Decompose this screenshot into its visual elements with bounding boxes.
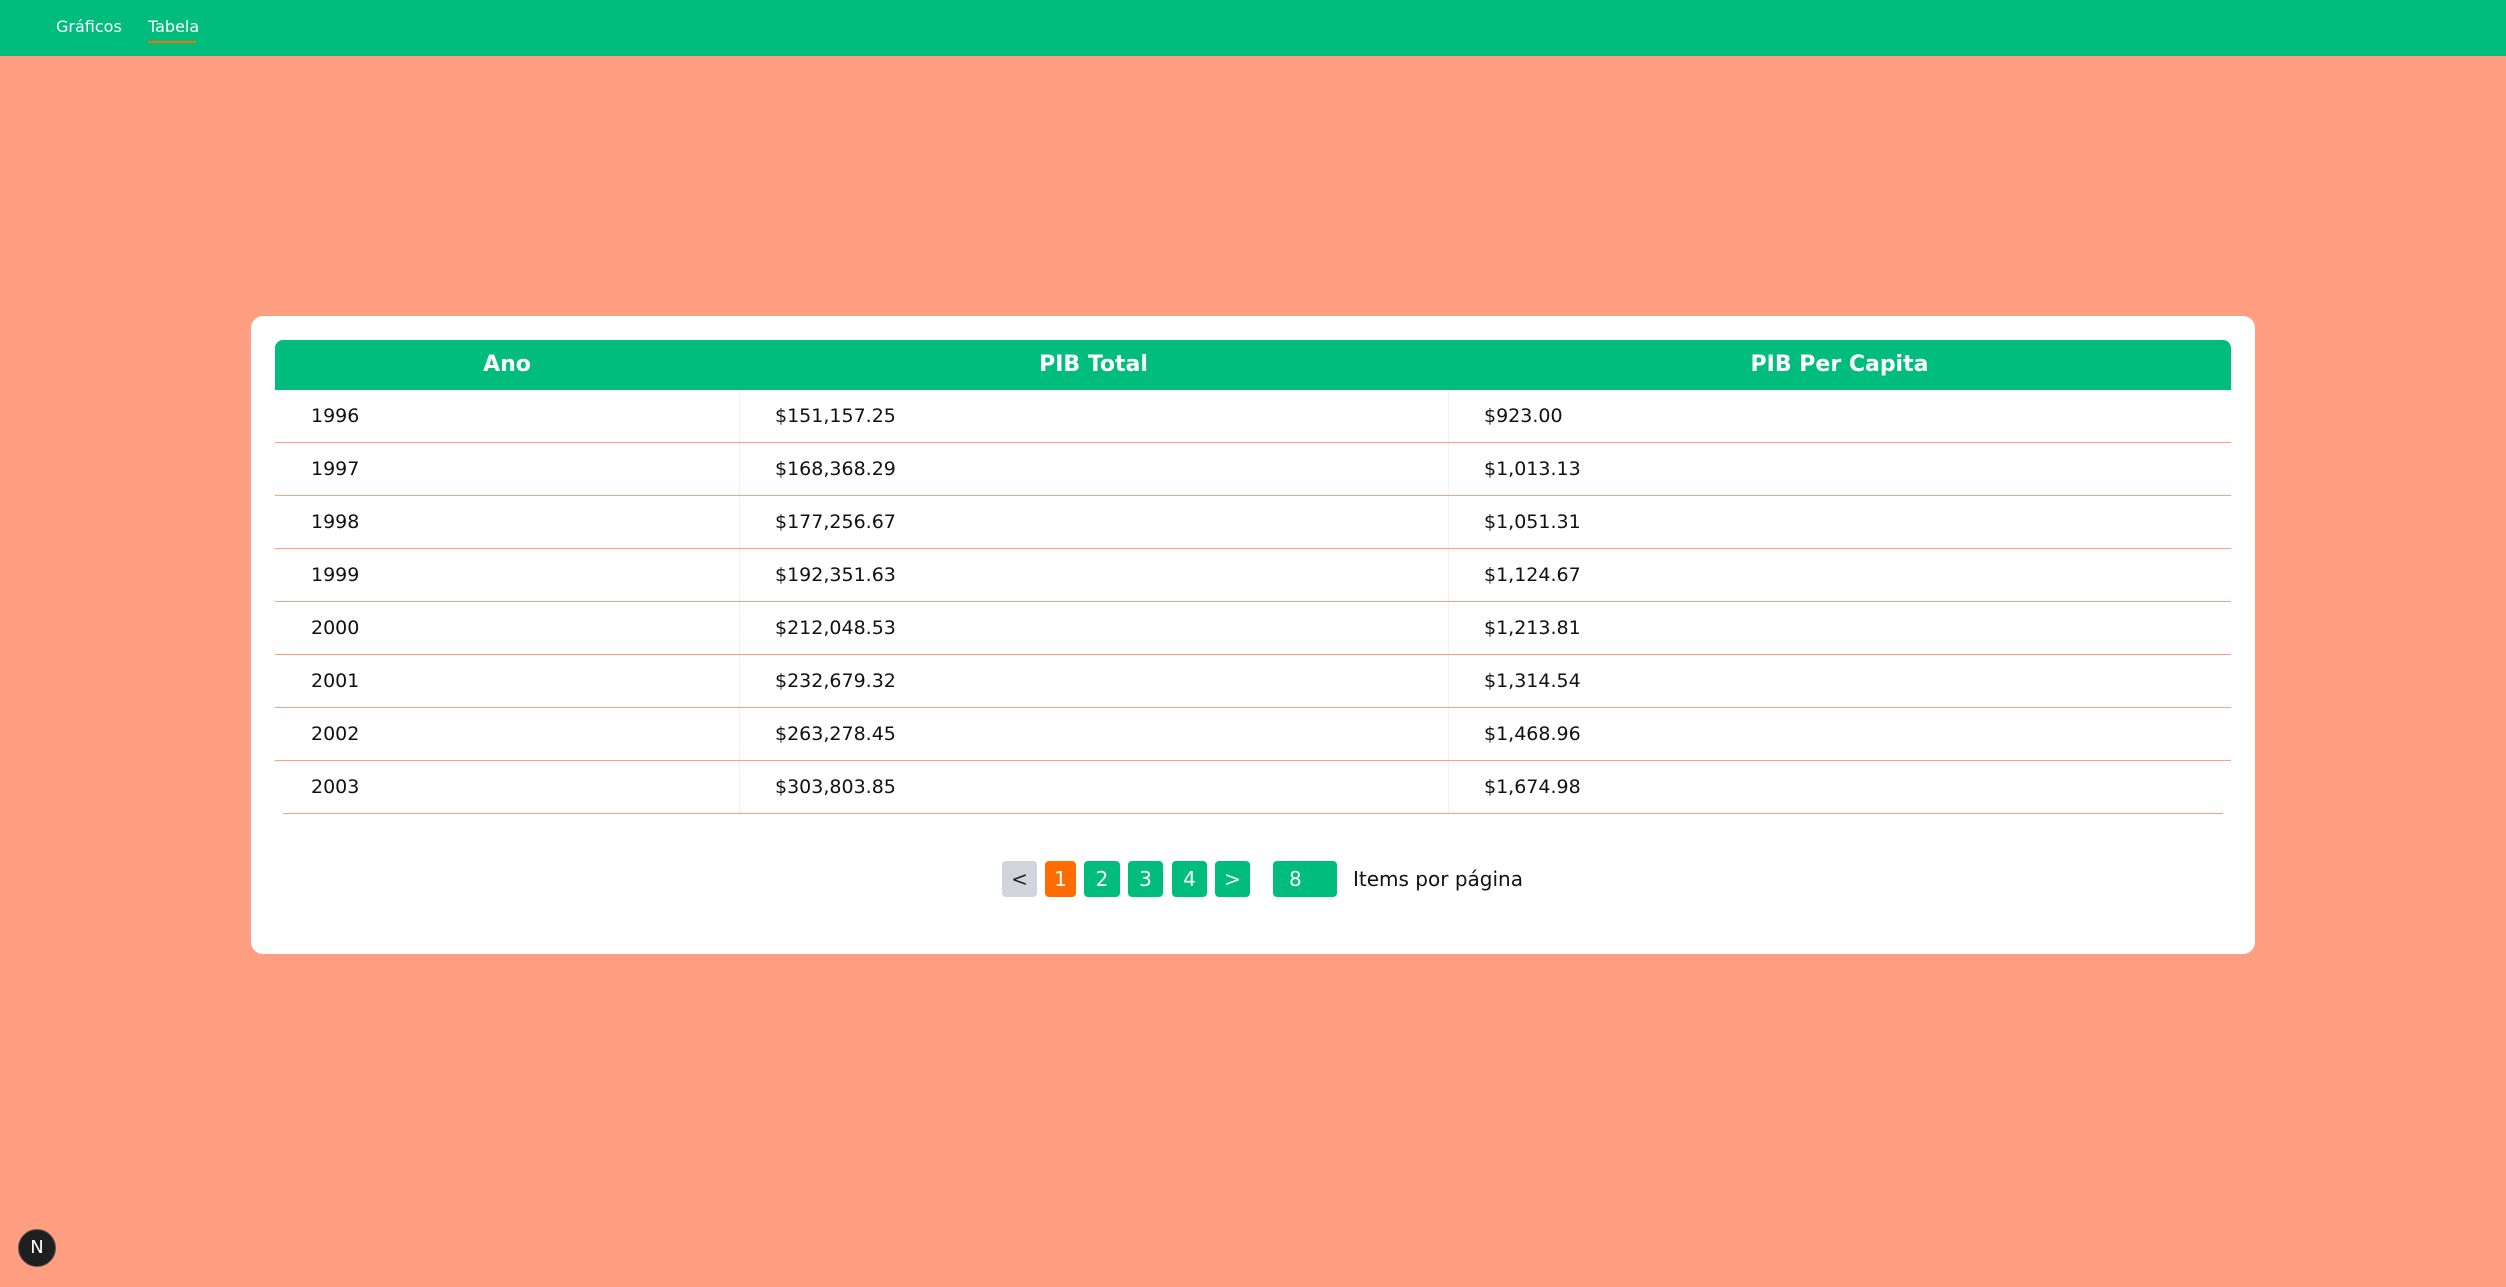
cell-pib-total: $212,048.53 xyxy=(775,617,896,639)
column-header-pib-total: PIB Total xyxy=(1039,352,1148,377)
table-body: 1996 $151,157.25 $923.00 1997 $168,368.2… xyxy=(275,390,2231,814)
table-row: 2001 $232,679.32 $1,314.54 xyxy=(275,655,2231,708)
next-page-button[interactable]: > xyxy=(1215,861,1250,897)
cell-ano: 2003 xyxy=(311,776,360,798)
column-header-pib-per-capita: PIB Per Capita xyxy=(1750,352,1929,377)
cell-pib-total: $168,368.29 xyxy=(775,458,896,480)
table-row: 2002 $263,278.45 $1,468.96 xyxy=(275,708,2231,761)
nextjs-icon[interactable]: N xyxy=(18,1229,56,1267)
top-navbar: Gráficos Tabela xyxy=(0,0,2506,56)
column-divider xyxy=(1448,602,1449,654)
column-divider xyxy=(739,655,740,707)
column-header-ano: Ano xyxy=(483,352,531,377)
table-row: 2003 $303,803.85 $1,674.98 xyxy=(283,761,2223,814)
nav-link-graficos[interactable]: Gráficos xyxy=(56,17,122,37)
table-row: 1997 $168,368.29 $1,013.13 xyxy=(275,443,2231,496)
column-divider xyxy=(1448,443,1449,495)
table-row: 1999 $192,351.63 $1,124.67 xyxy=(275,549,2231,602)
page-button-2[interactable]: 2 xyxy=(1084,861,1120,897)
cell-pib-per-capita: $1,468.96 xyxy=(1484,723,1581,745)
column-divider xyxy=(739,443,740,495)
cell-pib-per-capita: $1,124.67 xyxy=(1484,564,1581,586)
cell-pib-total: $192,351.63 xyxy=(775,564,896,586)
cell-pib-per-capita: $923.00 xyxy=(1484,405,1563,427)
column-divider xyxy=(739,549,740,601)
cell-ano: 1998 xyxy=(311,511,360,533)
column-divider xyxy=(1448,390,1449,442)
table-card: Ano PIB Total PIB Per Capita 1996 $151,1… xyxy=(251,316,2255,954)
page-button-4[interactable]: 4 xyxy=(1172,861,1207,897)
cell-ano: 1999 xyxy=(311,564,360,586)
column-divider xyxy=(1448,761,1449,813)
cell-pib-total: $177,256.67 xyxy=(775,511,896,533)
nav-link-tabela[interactable]: Tabela xyxy=(148,17,199,37)
table-row: 1998 $177,256.67 $1,051.31 xyxy=(275,496,2231,549)
table-row: 2000 $212,048.53 $1,213.81 xyxy=(275,602,2231,655)
items-per-page-select[interactable]: 8 xyxy=(1273,861,1337,897)
column-divider xyxy=(739,761,740,813)
cell-pib-per-capita: $1,051.31 xyxy=(1484,511,1581,533)
column-divider xyxy=(1448,496,1449,548)
column-divider xyxy=(739,390,740,442)
cell-pib-total: $263,278.45 xyxy=(775,723,896,745)
column-divider xyxy=(1448,708,1449,760)
pagination: < 1 2 3 4 > 8 Items por página xyxy=(251,861,2255,897)
cell-pib-total: $232,679.32 xyxy=(775,670,896,692)
cell-pib-per-capita: $1,314.54 xyxy=(1484,670,1581,692)
cell-ano: 1996 xyxy=(311,405,360,427)
cell-ano: 2002 xyxy=(311,723,360,745)
page-button-3[interactable]: 3 xyxy=(1128,861,1163,897)
column-divider xyxy=(739,496,740,548)
column-divider xyxy=(739,708,740,760)
table-row: 1996 $151,157.25 $923.00 xyxy=(275,390,2231,443)
cell-pib-per-capita: $1,213.81 xyxy=(1484,617,1581,639)
column-divider xyxy=(739,602,740,654)
cell-pib-per-capita: $1,013.13 xyxy=(1484,458,1581,480)
column-divider xyxy=(1448,655,1449,707)
cell-pib-total: $151,157.25 xyxy=(775,405,896,427)
cell-ano: 1997 xyxy=(311,458,360,480)
table-header: Ano PIB Total PIB Per Capita xyxy=(275,340,2231,390)
cell-ano: 2001 xyxy=(311,670,360,692)
page-button-1[interactable]: 1 xyxy=(1045,861,1076,897)
column-divider xyxy=(1448,549,1449,601)
active-nav-indicator xyxy=(148,41,196,43)
items-per-page-label: Items por página xyxy=(1353,867,1523,891)
previous-page-button[interactable]: < xyxy=(1002,861,1037,897)
cell-pib-total: $303,803.85 xyxy=(775,776,896,798)
cell-ano: 2000 xyxy=(311,617,360,639)
cell-pib-per-capita: $1,674.98 xyxy=(1484,776,1581,798)
